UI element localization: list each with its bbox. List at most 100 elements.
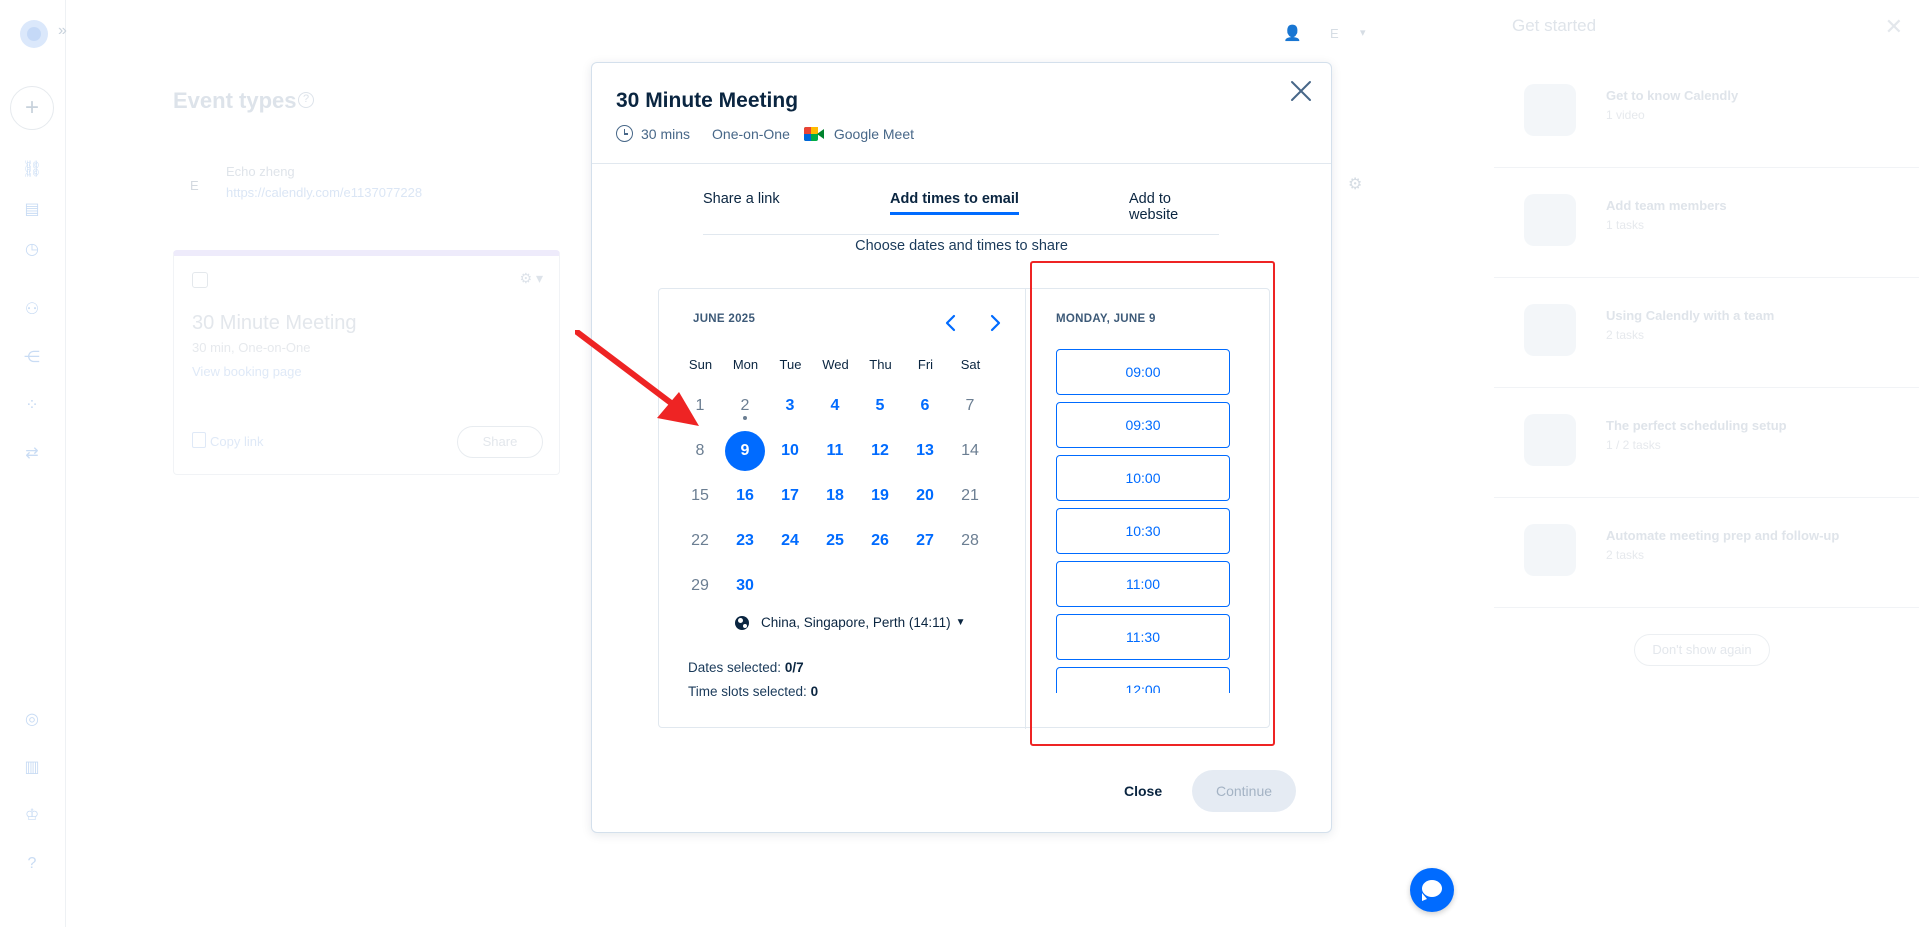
modal-title: 30 Minute Meeting [616,89,799,112]
card-subtitle: 30 min, One-on-One [192,340,311,355]
copy-icon [192,432,206,448]
calendar-day: 29 [691,577,709,594]
create-button[interactable]: + [10,86,54,130]
timezone-selector[interactable]: China, Singapore, Perth (14:11) ▼ [735,615,966,630]
today-indicator [743,416,747,420]
calendar-day: 15 [691,487,709,504]
copy-link-button[interactable]: Copy link [210,434,263,449]
upgrade-icon[interactable]: ◎ [22,710,42,730]
globe-icon [735,615,749,630]
calendar-day[interactable]: 23 [725,521,765,561]
annotation-highlight-box [1030,261,1275,746]
calendar-day[interactable]: 11 [815,431,855,471]
month-label: JUNE 2025 [693,313,756,325]
tab-add-to-website[interactable]: Add to website [1129,191,1219,231]
apps-grid-icon[interactable]: ⁘ [22,396,42,416]
clock-icon [616,125,633,142]
calendar-setup-icon [1524,414,1576,466]
calendly-logo-icon[interactable] [20,20,48,48]
people-icon[interactable]: ⚇ [22,300,42,320]
dates-selected: Dates selected: 0/7 [688,660,804,675]
weekday-label: Sat [960,357,981,372]
list-item[interactable]: Automate meeting prep and follow-up 2 ta… [1494,500,1919,608]
calendar-day[interactable]: 16 [725,476,765,516]
calendar-day[interactable]: 30 [725,566,765,606]
dont-show-again-button[interactable]: Don't show again [1634,634,1770,666]
lightbulb-icon [1524,84,1576,136]
tab-add-times-to-email[interactable]: Add times to email [890,191,1019,215]
calendar-day: 8 [695,442,705,459]
chevron-down-icon: ▼ [955,617,966,628]
time-slots-selected: Time slots selected: 0 [688,684,819,699]
calendar-day[interactable]: 18 [815,476,855,516]
help-icon[interactable]: ? [22,854,42,874]
share-nodes-icon[interactable]: ⋲ [22,348,42,368]
calendar-day[interactable]: 26 [860,521,900,561]
chevron-down-icon[interactable]: ▾ [1360,26,1366,39]
calendar-day: 21 [961,487,979,504]
card-checkbox[interactable] [192,272,208,288]
continue-button[interactable]: Continue [1192,770,1296,812]
expand-sidebar-icon[interactable]: » [58,22,67,40]
routing-icon[interactable]: ⇄ [22,444,42,464]
close-icon[interactable]: ✕ [1885,14,1903,40]
clock-nav-icon[interactable]: ◷ [22,240,42,260]
calendar-day[interactable]: 13 [905,431,945,471]
timezone-label: China, Singapore, Perth (14:11) [761,615,951,630]
calendar-day[interactable]: 5 [860,386,900,426]
calendar-day[interactable]: 10 [770,431,810,471]
help-circle-icon[interactable]: ? [298,92,314,108]
admin-crown-icon[interactable]: ♔ [22,806,42,826]
gear-icon[interactable]: ⚙ [1348,174,1362,194]
get-started-panel: Get started ✕ Get to know Calendly 1 vid… [1494,0,1919,927]
tab-share-link[interactable]: Share a link [703,191,780,215]
account-initial[interactable]: E [1330,26,1339,41]
calendar-day[interactable]: 6 [905,386,945,426]
user-name: Echo zheng [226,164,295,179]
automation-icon [1524,524,1576,576]
calendar-day[interactable]: 12 [860,431,900,471]
list-item[interactable]: Using Calendly with a team 2 tasks [1494,280,1919,388]
annotation-arrow-icon [575,330,699,426]
view-booking-page-link[interactable]: View booking page [192,364,302,379]
calendar-day[interactable]: 4 [815,386,855,426]
previous-month-button[interactable] [939,311,963,335]
chat-icon[interactable] [1410,868,1454,912]
weekday-label: Fri [917,357,934,372]
add-user-icon[interactable]: 👤 [1283,24,1302,42]
duration: 30 mins [641,125,691,142]
panel-title: Get started [1512,16,1597,35]
calendar-day[interactable]: 17 [770,476,810,516]
calendar-icon[interactable]: ▤ [22,200,42,220]
card-title: 30 Minute Meeting [192,312,357,334]
divider [1025,289,1026,729]
next-month-button[interactable] [983,311,1007,335]
list-item[interactable]: The perfect scheduling setup 1 / 2 tasks [1494,390,1919,498]
calendar-day[interactable]: 19 [860,476,900,516]
close-button[interactable]: Close [1124,783,1162,799]
event-meta: 30 mins One-on-One Google Meet [616,125,914,142]
list-item[interactable]: Get to know Calendly 1 video [1494,60,1919,168]
weekday-label: Wed [822,357,849,372]
card-gear-icon[interactable]: ⚙ ▾ [520,270,543,287]
close-icon[interactable] [1287,77,1315,105]
share-button[interactable]: Share [457,426,543,458]
calendar-day[interactable]: 27 [905,521,945,561]
weekday-label: Thu [869,357,892,372]
calendar-day[interactable]: 3 [770,386,810,426]
calendar-day[interactable]: 24 [770,521,810,561]
calendar-day-selected[interactable]: 9 [725,431,765,471]
instruction-text: Choose dates and times to share [855,238,1068,254]
link-icon[interactable]: ⛓ [22,160,42,180]
location: Google Meet [833,125,915,142]
list-item[interactable]: Add team members 1 tasks [1494,170,1919,278]
left-rail: » + ⛓ ▤ ◷ ⚇ ⋲ ⁘ ⇄ ◎ ▥ ♔ ? [0,0,67,927]
team-members-icon [1524,194,1576,246]
team-icon [1524,304,1576,356]
calendar-day[interactable]: 20 [905,476,945,516]
user-link[interactable]: https://calendly.com/e1137077228 [226,185,422,200]
calendar-day[interactable]: 25 [815,521,855,561]
calendar-day: 2 [725,386,765,426]
analytics-icon[interactable]: ▥ [22,758,42,778]
google-meet-icon [803,126,824,142]
